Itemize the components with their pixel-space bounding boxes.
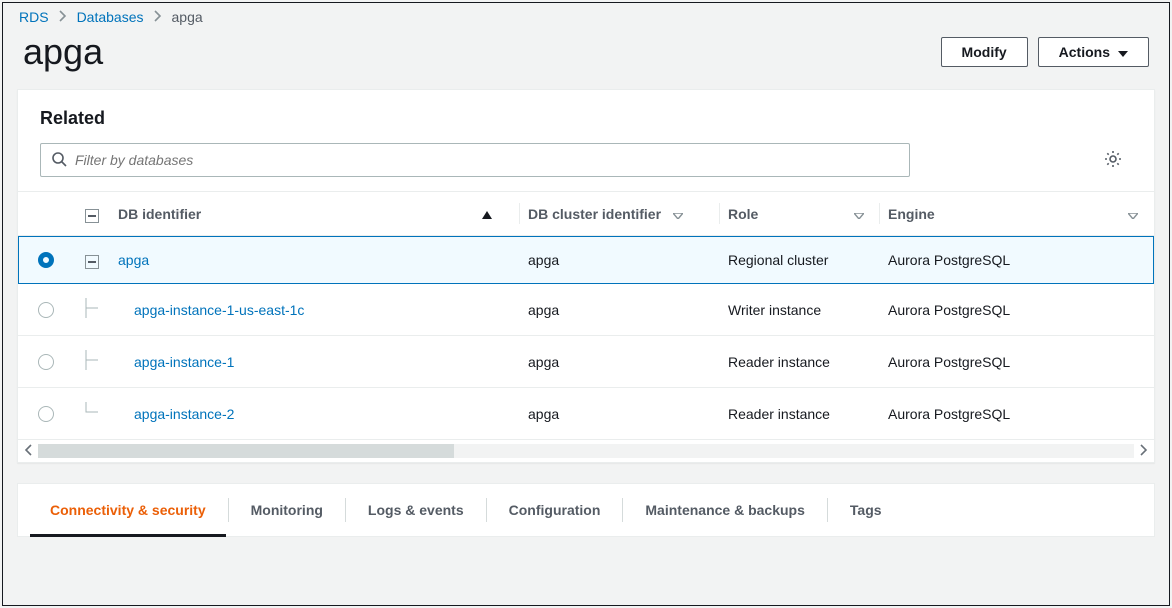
actions-label: Actions: [1059, 44, 1110, 60]
cell-engine: Aurora PostgreSQL: [880, 236, 1154, 284]
actions-dropdown-button[interactable]: Actions: [1038, 37, 1149, 67]
db-table: DB identifier DB cluster identifier: [18, 192, 1154, 440]
db-link[interactable]: apga: [118, 252, 149, 268]
cell-cluster: apga: [520, 236, 720, 284]
breadcrumb: RDS Databases apga: [3, 3, 1169, 29]
page-title: apga: [23, 31, 103, 73]
breadcrumb-current: apga: [172, 9, 203, 25]
cell-cluster: apga: [520, 336, 720, 388]
cell-cluster: apga: [520, 284, 720, 336]
sort-none-icon: [673, 206, 683, 222]
tree-branch-icon: [82, 305, 102, 321]
settings-button[interactable]: [1100, 146, 1126, 175]
table-row[interactable]: apga-instance-1-us-east-1c apgaWriter ins…: [18, 284, 1154, 336]
col-engine[interactable]: Engine: [880, 192, 1154, 236]
tab-tags[interactable]: Tags: [828, 484, 904, 536]
row-radio[interactable]: [38, 302, 54, 318]
panel-title: Related: [18, 108, 1154, 143]
row-radio[interactable]: [38, 354, 54, 370]
chevron-right-icon: [154, 9, 162, 25]
sort-none-icon: [1128, 206, 1138, 222]
collapse-icon[interactable]: [85, 255, 99, 269]
caret-down-icon: [1118, 44, 1128, 60]
tab-logs-events[interactable]: Logs & events: [346, 484, 486, 536]
tab-maintenance-backups[interactable]: Maintenance & backups: [623, 484, 827, 536]
cell-cluster: apga: [520, 388, 720, 440]
table-row[interactable]: apga-instance-2 apgaReader instanceAurora…: [18, 388, 1154, 440]
horizontal-scrollbar[interactable]: [18, 440, 1154, 462]
related-panel: Related: [17, 89, 1155, 463]
row-radio[interactable]: [38, 406, 54, 422]
cell-engine: Aurora PostgreSQL: [880, 388, 1154, 440]
filter-input[interactable]: [75, 152, 899, 168]
cell-engine: Aurora PostgreSQL: [880, 336, 1154, 388]
scroll-thumb[interactable]: [38, 444, 454, 458]
sort-asc-icon: [482, 206, 492, 222]
search-icon: [51, 151, 67, 170]
tab-configuration[interactable]: Configuration: [487, 484, 623, 536]
table-row[interactable]: apga-instance-1 apgaReader instanceAurora…: [18, 336, 1154, 388]
breadcrumb-root[interactable]: RDS: [19, 9, 49, 25]
table-row[interactable]: apgaapgaRegional clusterAurora PostgreSQ…: [18, 236, 1154, 284]
chevron-right-icon: [59, 9, 67, 25]
filter-input-wrap[interactable]: [40, 143, 910, 177]
cell-role: Regional cluster: [720, 236, 880, 284]
sort-none-icon: [854, 206, 864, 222]
scroll-right-icon[interactable]: [1140, 443, 1148, 459]
modify-button[interactable]: Modify: [941, 37, 1028, 67]
cell-role: Writer instance: [720, 284, 880, 336]
db-link[interactable]: apga-instance-1-us-east-1c: [134, 302, 304, 318]
tree-branch-icon: [82, 409, 102, 425]
breadcrumb-databases[interactable]: Databases: [77, 9, 144, 25]
gear-icon: [1104, 156, 1122, 171]
col-db-identifier[interactable]: DB identifier: [110, 192, 520, 236]
tab-monitoring[interactable]: Monitoring: [229, 484, 345, 536]
tree-branch-icon: [82, 357, 102, 373]
detail-tabs-panel: Connectivity & securityMonitoringLogs & …: [17, 483, 1155, 537]
collapse-all-button[interactable]: [85, 209, 99, 223]
tabs-bar: Connectivity & securityMonitoringLogs & …: [18, 484, 1154, 536]
db-link[interactable]: apga-instance-2: [134, 406, 234, 422]
col-db-cluster[interactable]: DB cluster identifier: [520, 192, 720, 236]
col-role[interactable]: Role: [720, 192, 880, 236]
tab-connectivity-security[interactable]: Connectivity & security: [28, 484, 228, 536]
db-link[interactable]: apga-instance-1: [134, 354, 234, 370]
row-radio[interactable]: [38, 252, 54, 268]
cell-role: Reader instance: [720, 388, 880, 440]
cell-engine: Aurora PostgreSQL: [880, 284, 1154, 336]
scroll-left-icon[interactable]: [24, 443, 32, 459]
cell-role: Reader instance: [720, 336, 880, 388]
